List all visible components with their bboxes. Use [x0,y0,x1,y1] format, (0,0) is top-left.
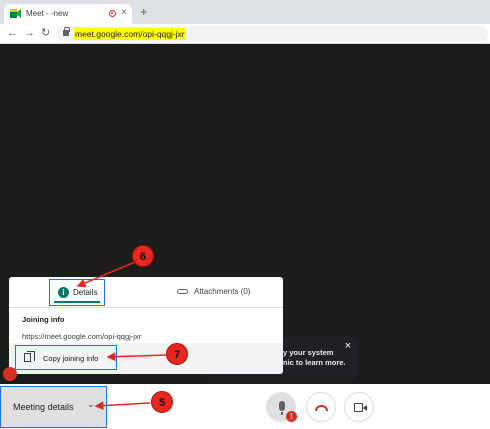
divider [9,307,283,308]
meet-favicon-icon [10,9,21,18]
hang-up-icon [315,405,328,411]
paperclip-icon [177,289,188,294]
microphone-button[interactable]: ! [266,392,297,422]
tab-strip: Meet - -new × + [0,0,490,24]
forward-button[interactable]: → [24,26,35,40]
new-tab-button[interactable]: + [140,5,148,19]
tooltip-close-icon[interactable]: × [345,340,351,352]
tab-attachments[interactable]: Attachments (0) [194,287,250,296]
tab-details[interactable]: i Details [49,279,105,306]
meeting-details-panel: i Details Attachments (0) Joining info h… [9,277,283,374]
browser-toolbar: ← → ↻ meet.google.com/opi-qqgj-jxr [0,24,490,44]
browser-tab[interactable]: Meet - -new × [4,4,132,24]
annotation-5: 5 [151,391,173,413]
mic-warning-badge: ! [286,411,297,422]
lock-icon [63,27,70,36]
info-icon: i [58,287,69,298]
copy-button-label: Copy joining info [43,354,99,363]
tab-close-icon[interactable]: × [121,7,127,19]
annotation-6: 6 [132,245,154,267]
meeting-details-label: Meeting details [13,402,74,412]
meeting-details-button[interactable]: Meeting details ⌄ [0,386,107,428]
url-text: meet.google.com/opi-qqgj-jxr [74,28,186,40]
camera-button[interactable] [344,392,374,422]
active-tab-indicator [54,301,100,303]
chevron-down-icon: ⌄ [87,399,95,409]
camera-icon [354,403,367,412]
joining-link: https://meet.google.com/opi-qqgj-jxr [22,332,142,341]
joining-info-title: Joining info [22,315,65,324]
recording-indicator-icon [109,10,116,17]
notification-dot-icon [3,367,17,381]
annotation-7: 7 [166,343,188,365]
microphone-icon [279,401,285,415]
copy-icon [24,351,35,362]
hang-up-button[interactable] [306,392,336,422]
tooltip-text: y your system nic to learn more. [283,348,346,367]
reload-button[interactable]: ↻ [41,26,50,40]
tab-title: Meet - -new [26,9,69,18]
tab-details-label: Details [73,288,98,297]
screen: Meet - -new × + ← → ↻ meet.google.com/op… [0,0,490,429]
address-bar[interactable]: meet.google.com/opi-qqgj-jxr [56,26,488,42]
back-button[interactable]: ← [7,26,18,40]
copy-joining-info-button[interactable]: Copy joining info [15,345,117,370]
